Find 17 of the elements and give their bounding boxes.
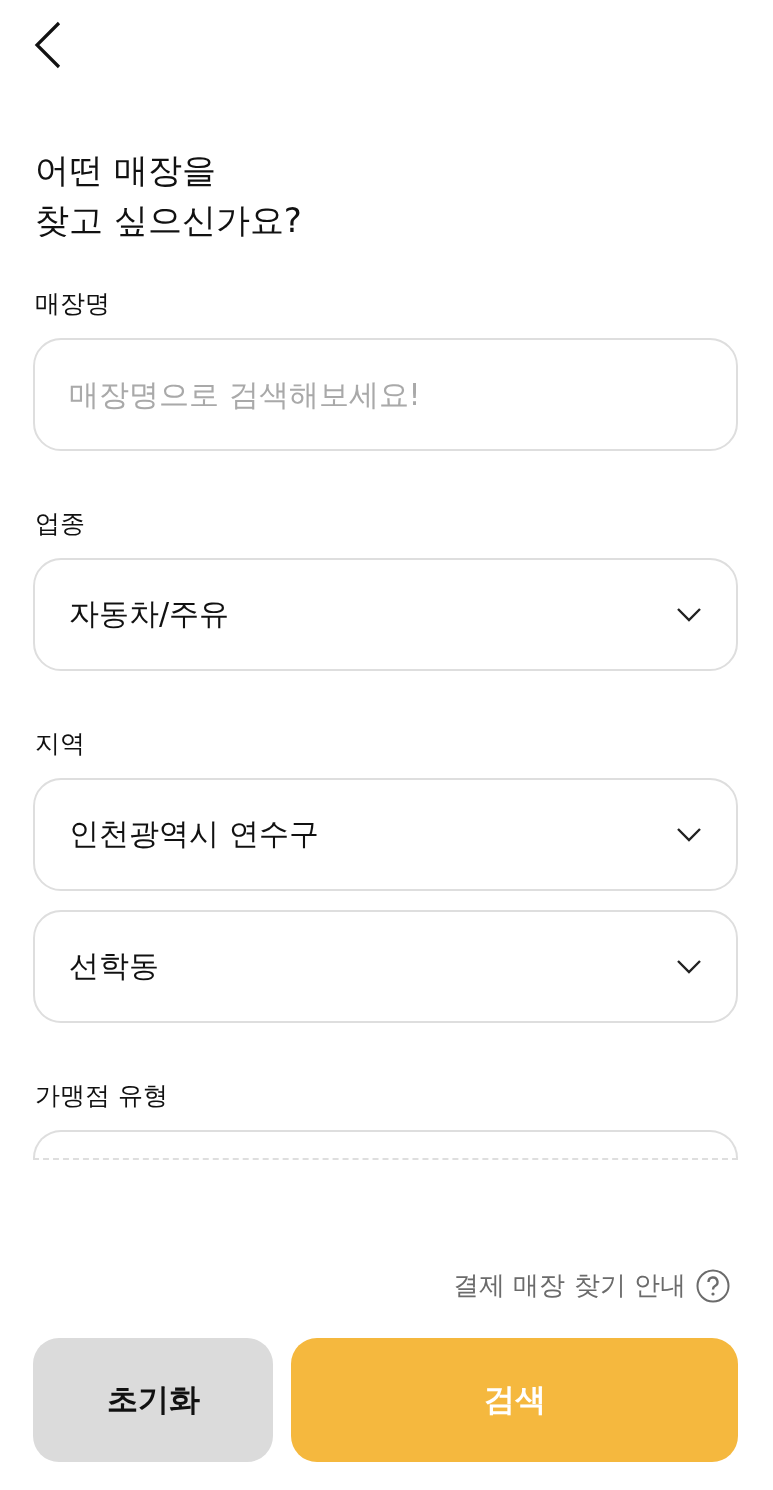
dropdown-field[interactable]: 자동차/주유 <box>33 558 738 671</box>
dropdown-field[interactable]: 인천광역시 연수구 <box>33 778 738 891</box>
store-name-field[interactable]: 매장명으로 검색해보세요! <box>33 338 738 451</box>
question-mark-icon <box>696 1268 730 1303</box>
dropdown-field[interactable] <box>33 1130 738 1160</box>
chevron-down-icon <box>676 606 702 623</box>
help-link[interactable]: 결제 매장 찾기 안내 <box>453 1268 730 1303</box>
chevron-down-icon <box>676 826 702 843</box>
field-label: 매장명 <box>35 288 111 320</box>
page-title: 어떤 매장을 찾고 싶으신가요? <box>35 149 303 242</box>
chevron-down-icon <box>676 958 702 975</box>
field-label: 가맹점 유형 <box>35 1080 169 1112</box>
dropdown-field[interactable]: 선학동 <box>33 910 738 1023</box>
field-label: 지역 <box>35 728 86 760</box>
field-label: 업종 <box>35 508 86 540</box>
reset-button[interactable]: 초기화 <box>33 1338 273 1462</box>
back-button[interactable] <box>33 20 63 70</box>
